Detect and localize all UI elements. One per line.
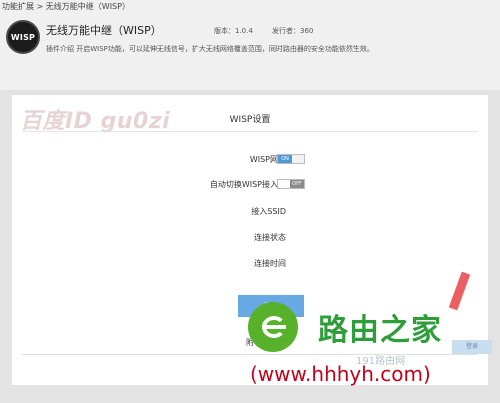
brand-url: (www.hhhyh.com) <box>250 362 431 386</box>
corner-button[interactable]: 登录 <box>452 340 492 354</box>
connection-time-label: 连接时间 <box>254 259 286 268</box>
toggle-on-indicator: ON <box>278 155 292 163</box>
connection-status-label: 连接状态 <box>254 233 286 242</box>
plugin-version: 版本：1.0.4 <box>214 27 253 35</box>
wisp-logo-icon: WISP <box>6 20 40 54</box>
ssid-label: 接入SSID <box>251 207 286 216</box>
toggle-off-indicator: OFF <box>290 180 304 188</box>
auto-switch-label: 自动切换WISP接入点 <box>209 180 286 189</box>
title-divider <box>22 131 478 132</box>
brand-url-text: (www.hhhyh.com) <box>250 362 431 386</box>
brand-logo-bar <box>264 325 286 329</box>
dialog-title: WISP设置 <box>229 115 271 125</box>
auto-switch-toggle[interactable]: OFF <box>277 179 305 189</box>
plugin-title: 无线万能中继（WISP） <box>46 24 162 37</box>
breadcrumb[interactable]: 功能扩展 > 无线万能中继（WISP） <box>2 1 130 12</box>
plugin-info-card: WISP 无线万能中继（WISP） 版本：1.0.4 发行者：360 插件介绍 … <box>4 17 496 63</box>
plugin-developer: 发行者：360 <box>272 27 314 35</box>
plugin-header-area: 功能扩展 > 无线万能中继（WISP） WISP 无线万能中继（WISP） 版本… <box>0 0 500 90</box>
bottom-divider <box>22 354 478 355</box>
plugin-description: 插件介绍 开启WISP功能，可以延伸无线信号，扩大无线网络覆盖范围，同时路由器的… <box>46 45 374 53</box>
wisp-network-toggle[interactable]: ON <box>277 154 305 164</box>
brand-name: 路由之家 <box>318 313 442 348</box>
